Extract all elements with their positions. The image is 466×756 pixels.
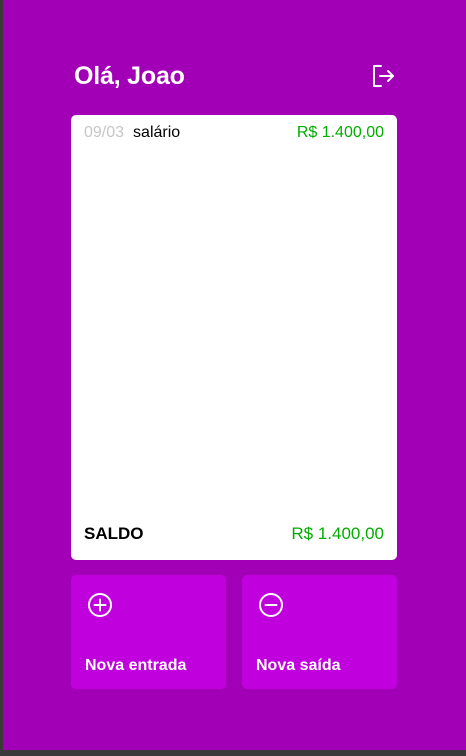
header: Olá, Joao [74,56,398,96]
record-value: R$ 1.400,00 [296,124,384,141]
balance-value: R$ 1.400,00 [291,524,384,543]
new-exit-button[interactable]: Nova saída [242,575,397,689]
record-description: salário [133,124,181,141]
home-screen: Olá, Joao 09/03 salário R$ 1.400,00 SALD… [3,0,466,750]
logout-icon[interactable] [370,63,396,89]
balance-row: SALDO R$ 1.400,00 [84,524,384,544]
record-date: 09/03 [84,124,125,141]
plus-circle-icon [88,593,112,617]
balance-label: SALDO [84,524,144,543]
minus-circle-icon [259,593,283,617]
new-exit-label: Nova saída [256,657,341,674]
record-item[interactable]: 09/03 salário R$ 1.400,00 [84,124,384,142]
greeting-title: Olá, Joao [74,61,185,90]
logout-button[interactable] [368,61,398,91]
new-entry-label: Nova entrada [85,657,187,674]
new-entry-button[interactable]: Nova entrada [71,575,226,689]
records-panel: 09/03 salário R$ 1.400,00 SALDO R$ 1.400… [71,115,397,560]
